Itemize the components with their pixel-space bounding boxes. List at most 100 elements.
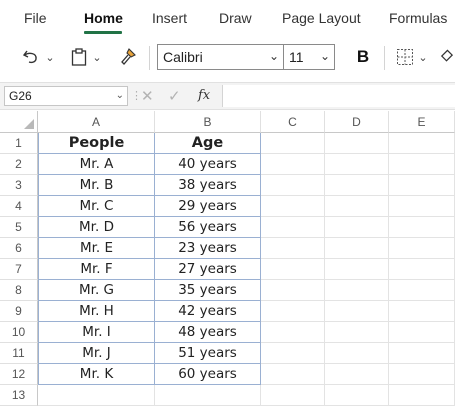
cell-d11[interactable] [325, 343, 389, 364]
cell-c10[interactable] [261, 322, 325, 343]
cell-b4[interactable]: 29 years [155, 196, 261, 217]
font-size-select[interactable]: 11 ⌄ [283, 44, 335, 70]
insert-function-icon[interactable]: fx [198, 88, 210, 103]
cell-b12[interactable]: 60 years [155, 364, 261, 385]
cell-e5[interactable] [389, 217, 455, 238]
cell-b10[interactable]: 48 years [155, 322, 261, 343]
cell-b8[interactable]: 35 years [155, 280, 261, 301]
cell-d10[interactable] [325, 322, 389, 343]
chevron-down-icon[interactable]: ⌄ [45, 51, 54, 64]
cell-d9[interactable] [325, 301, 389, 322]
enter-check-icon[interactable]: ✓ [168, 87, 181, 105]
column-header-b[interactable]: B [155, 111, 261, 133]
format-painter-button[interactable] [114, 42, 142, 72]
cell-b1[interactable]: Age [155, 133, 261, 154]
row-header[interactable]: 1 [0, 133, 38, 154]
cell-d12[interactable] [325, 364, 389, 385]
cell-e7[interactable] [389, 259, 455, 280]
cell-b9[interactable]: 42 years [155, 301, 261, 322]
row-header[interactable]: 4 [0, 196, 38, 217]
cell-e13[interactable] [389, 385, 455, 406]
cell-a8[interactable]: Mr. G [38, 280, 155, 301]
tab-draw[interactable]: Draw [219, 10, 252, 26]
cell-c6[interactable] [261, 238, 325, 259]
cell-d5[interactable] [325, 217, 389, 238]
cell-c12[interactable] [261, 364, 325, 385]
cell-a2[interactable]: Mr. A [38, 154, 155, 175]
cell-e11[interactable] [389, 343, 455, 364]
cell-b7[interactable]: 27 years [155, 259, 261, 280]
cell-c9[interactable] [261, 301, 325, 322]
cell-a6[interactable]: Mr. E [38, 238, 155, 259]
name-box[interactable]: G26 ⌄ [4, 86, 128, 106]
cell-a5[interactable]: Mr. D [38, 217, 155, 238]
cell-a11[interactable]: Mr. J [38, 343, 155, 364]
chevron-down-icon[interactable]: ⌄ [92, 51, 101, 64]
chevron-down-icon[interactable]: ⌄ [116, 87, 124, 105]
cell-c8[interactable] [261, 280, 325, 301]
fill-color-button[interactable] [438, 42, 455, 72]
cell-c7[interactable] [261, 259, 325, 280]
cell-e10[interactable] [389, 322, 455, 343]
cell-d1[interactable] [325, 133, 389, 154]
chevron-down-icon[interactable]: ⌄ [418, 51, 427, 64]
cell-d3[interactable] [325, 175, 389, 196]
row-header[interactable]: 5 [0, 217, 38, 238]
bold-button[interactable]: B [348, 42, 378, 72]
row-header[interactable]: 13 [0, 385, 38, 406]
cell-a10[interactable]: Mr. I [38, 322, 155, 343]
tab-file[interactable]: File [24, 10, 47, 26]
cell-d7[interactable] [325, 259, 389, 280]
cell-c4[interactable] [261, 196, 325, 217]
cell-e9[interactable] [389, 301, 455, 322]
cell-b11[interactable]: 51 years [155, 343, 261, 364]
cell-d13[interactable] [325, 385, 389, 406]
cell-b2[interactable]: 40 years [155, 154, 261, 175]
cell-a12[interactable]: Mr. K [38, 364, 155, 385]
column-header-a[interactable]: A [38, 111, 155, 133]
undo-button[interactable]: ⌄ [18, 42, 58, 72]
cell-b3[interactable]: 38 years [155, 175, 261, 196]
cell-b6[interactable]: 23 years [155, 238, 261, 259]
cell-b5[interactable]: 56 years [155, 217, 261, 238]
cell-e2[interactable] [389, 154, 455, 175]
row-header[interactable]: 8 [0, 280, 38, 301]
cell-e3[interactable] [389, 175, 455, 196]
row-header[interactable]: 7 [0, 259, 38, 280]
cell-e1[interactable] [389, 133, 455, 154]
formula-input[interactable] [222, 85, 455, 107]
row-header[interactable]: 10 [0, 322, 38, 343]
column-header-c[interactable]: C [261, 111, 325, 133]
cell-c5[interactable] [261, 217, 325, 238]
cell-a4[interactable]: Mr. C [38, 196, 155, 217]
row-header[interactable]: 9 [0, 301, 38, 322]
row-header[interactable]: 3 [0, 175, 38, 196]
cell-c11[interactable] [261, 343, 325, 364]
borders-button[interactable]: ⌄ [392, 42, 432, 72]
cell-d4[interactable] [325, 196, 389, 217]
cell-e6[interactable] [389, 238, 455, 259]
row-header[interactable]: 6 [0, 238, 38, 259]
cell-c2[interactable] [261, 154, 325, 175]
row-header[interactable]: 12 [0, 364, 38, 385]
cell-a13[interactable] [38, 385, 155, 406]
cancel-icon[interactable]: ✕ [141, 87, 154, 105]
column-header-d[interactable]: D [325, 111, 389, 133]
cell-d8[interactable] [325, 280, 389, 301]
cell-a9[interactable]: Mr. H [38, 301, 155, 322]
row-header[interactable]: 11 [0, 343, 38, 364]
paste-button[interactable]: ⌄ [66, 42, 106, 72]
cell-a1[interactable]: People [38, 133, 155, 154]
tab-home[interactable]: Home [84, 10, 123, 26]
row-header[interactable]: 2 [0, 154, 38, 175]
cell-d2[interactable] [325, 154, 389, 175]
tab-insert[interactable]: Insert [152, 10, 187, 26]
font-name-select[interactable]: Calibri ⌄ [157, 44, 284, 70]
cell-a3[interactable]: Mr. B [38, 175, 155, 196]
cell-d6[interactable] [325, 238, 389, 259]
cell-b13[interactable] [155, 385, 261, 406]
cell-e4[interactable] [389, 196, 455, 217]
select-all-corner[interactable] [0, 111, 38, 133]
tab-page-layout[interactable]: Page Layout [282, 10, 361, 26]
tab-formulas[interactable]: Formulas [389, 10, 447, 26]
